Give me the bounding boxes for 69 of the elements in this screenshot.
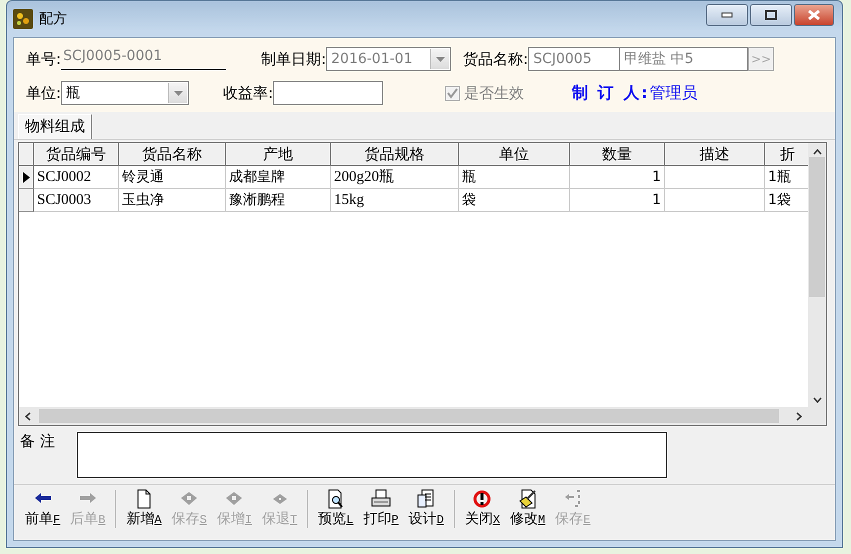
toolbar-button[interactable]: 前单F bbox=[20, 489, 66, 528]
table-cell: 200g20瓶 bbox=[331, 166, 459, 189]
printer-icon bbox=[371, 489, 392, 509]
column-header[interactable]: 数量 bbox=[570, 143, 665, 166]
column-header[interactable]: 折 bbox=[765, 143, 808, 166]
remark-label: 备 注 bbox=[20, 432, 55, 452]
toolbar-button[interactable]: 预览L bbox=[313, 489, 358, 528]
scroll-up-icon bbox=[812, 149, 822, 155]
maker-label: 制 订 人: bbox=[572, 82, 650, 104]
table-cell: SCJ0003 bbox=[34, 189, 119, 212]
dropdown-arrow-icon bbox=[174, 90, 183, 96]
maker-name: 管理员 bbox=[650, 82, 698, 104]
toolbar-button[interactable]: 关闭X bbox=[460, 489, 506, 528]
column-header[interactable]: 货品编号 bbox=[34, 143, 119, 166]
table-cell: 1 bbox=[570, 189, 665, 212]
row-pointer-icon bbox=[22, 172, 30, 182]
order-number-field[interactable]: SCJ0005-0001 bbox=[61, 48, 226, 70]
documents-icon bbox=[416, 489, 436, 509]
column-header[interactable]: 单位 bbox=[459, 143, 570, 166]
goods-name-field[interactable]: 甲维盐 中5 bbox=[620, 47, 748, 71]
field-label: 货品名称: bbox=[463, 50, 528, 68]
horizontal-scrollbar[interactable] bbox=[19, 407, 826, 425]
scroll-left-icon bbox=[25, 412, 31, 420]
vertical-scrollbar[interactable] bbox=[808, 143, 826, 407]
window-title: 配方 bbox=[39, 10, 68, 28]
field-label: 单号: bbox=[26, 50, 62, 68]
yield-field[interactable] bbox=[273, 81, 384, 105]
column-header[interactable]: 描述 bbox=[665, 143, 765, 166]
checkmark-icon bbox=[447, 88, 458, 98]
field-label: 单位: bbox=[26, 84, 62, 102]
dashed-arrow-icon bbox=[562, 489, 583, 509]
column-header[interactable]: 货品规格 bbox=[331, 143, 459, 166]
power-icon bbox=[472, 489, 492, 509]
table-cell: SCJ0002 bbox=[34, 166, 119, 189]
table-cell: 袋 bbox=[459, 189, 570, 212]
dropdown-arrow-icon bbox=[436, 56, 445, 62]
remark-field[interactable] bbox=[76, 432, 667, 478]
close-button[interactable] bbox=[794, 4, 834, 26]
table-cell: 玉虫净 bbox=[119, 189, 226, 212]
pencil-document-icon bbox=[518, 489, 538, 509]
field-label: 制单日期: bbox=[261, 50, 326, 68]
date-value: 2016-01-01 bbox=[330, 51, 414, 67]
corner-header[interactable] bbox=[19, 143, 34, 166]
goods-code-field[interactable]: SCJ0005 bbox=[528, 47, 620, 71]
app-icon bbox=[13, 9, 33, 29]
scroll-down-icon bbox=[812, 397, 822, 403]
row-header[interactable] bbox=[19, 166, 34, 189]
toolbar-button[interactable]: 修改M bbox=[505, 489, 550, 528]
minimize-button[interactable] bbox=[706, 4, 748, 26]
toolbar-button[interactable]: 新增A bbox=[121, 489, 167, 528]
maximize-icon bbox=[765, 10, 777, 20]
table-cell: 瓶 bbox=[459, 166, 570, 189]
column-header[interactable]: 货品名称 bbox=[119, 143, 226, 166]
column-header[interactable]: 产地 bbox=[226, 143, 331, 166]
table-cell: 15kg bbox=[331, 189, 459, 212]
maximize-button[interactable] bbox=[750, 4, 792, 26]
tab[interactable]: 物料组成 bbox=[18, 114, 92, 139]
close-icon bbox=[808, 10, 820, 20]
checkbox-label: 是否生效 bbox=[464, 84, 524, 102]
table-cell: 1 bbox=[570, 166, 665, 189]
table-cell: 铃灵通 bbox=[119, 166, 226, 189]
toolbar-button[interactable]: 打印P bbox=[358, 489, 404, 528]
unit-dropdown[interactable]: 瓶 bbox=[61, 81, 190, 105]
minimize-icon bbox=[721, 12, 733, 18]
field-label: 收益率: bbox=[223, 84, 274, 102]
toolbar-button[interactable]: 设计D bbox=[404, 489, 449, 528]
table-cell: 成都皇牌 bbox=[226, 166, 331, 189]
table-cell: 豫淅鹏程 bbox=[226, 189, 331, 212]
scroll-right-icon bbox=[796, 412, 802, 420]
